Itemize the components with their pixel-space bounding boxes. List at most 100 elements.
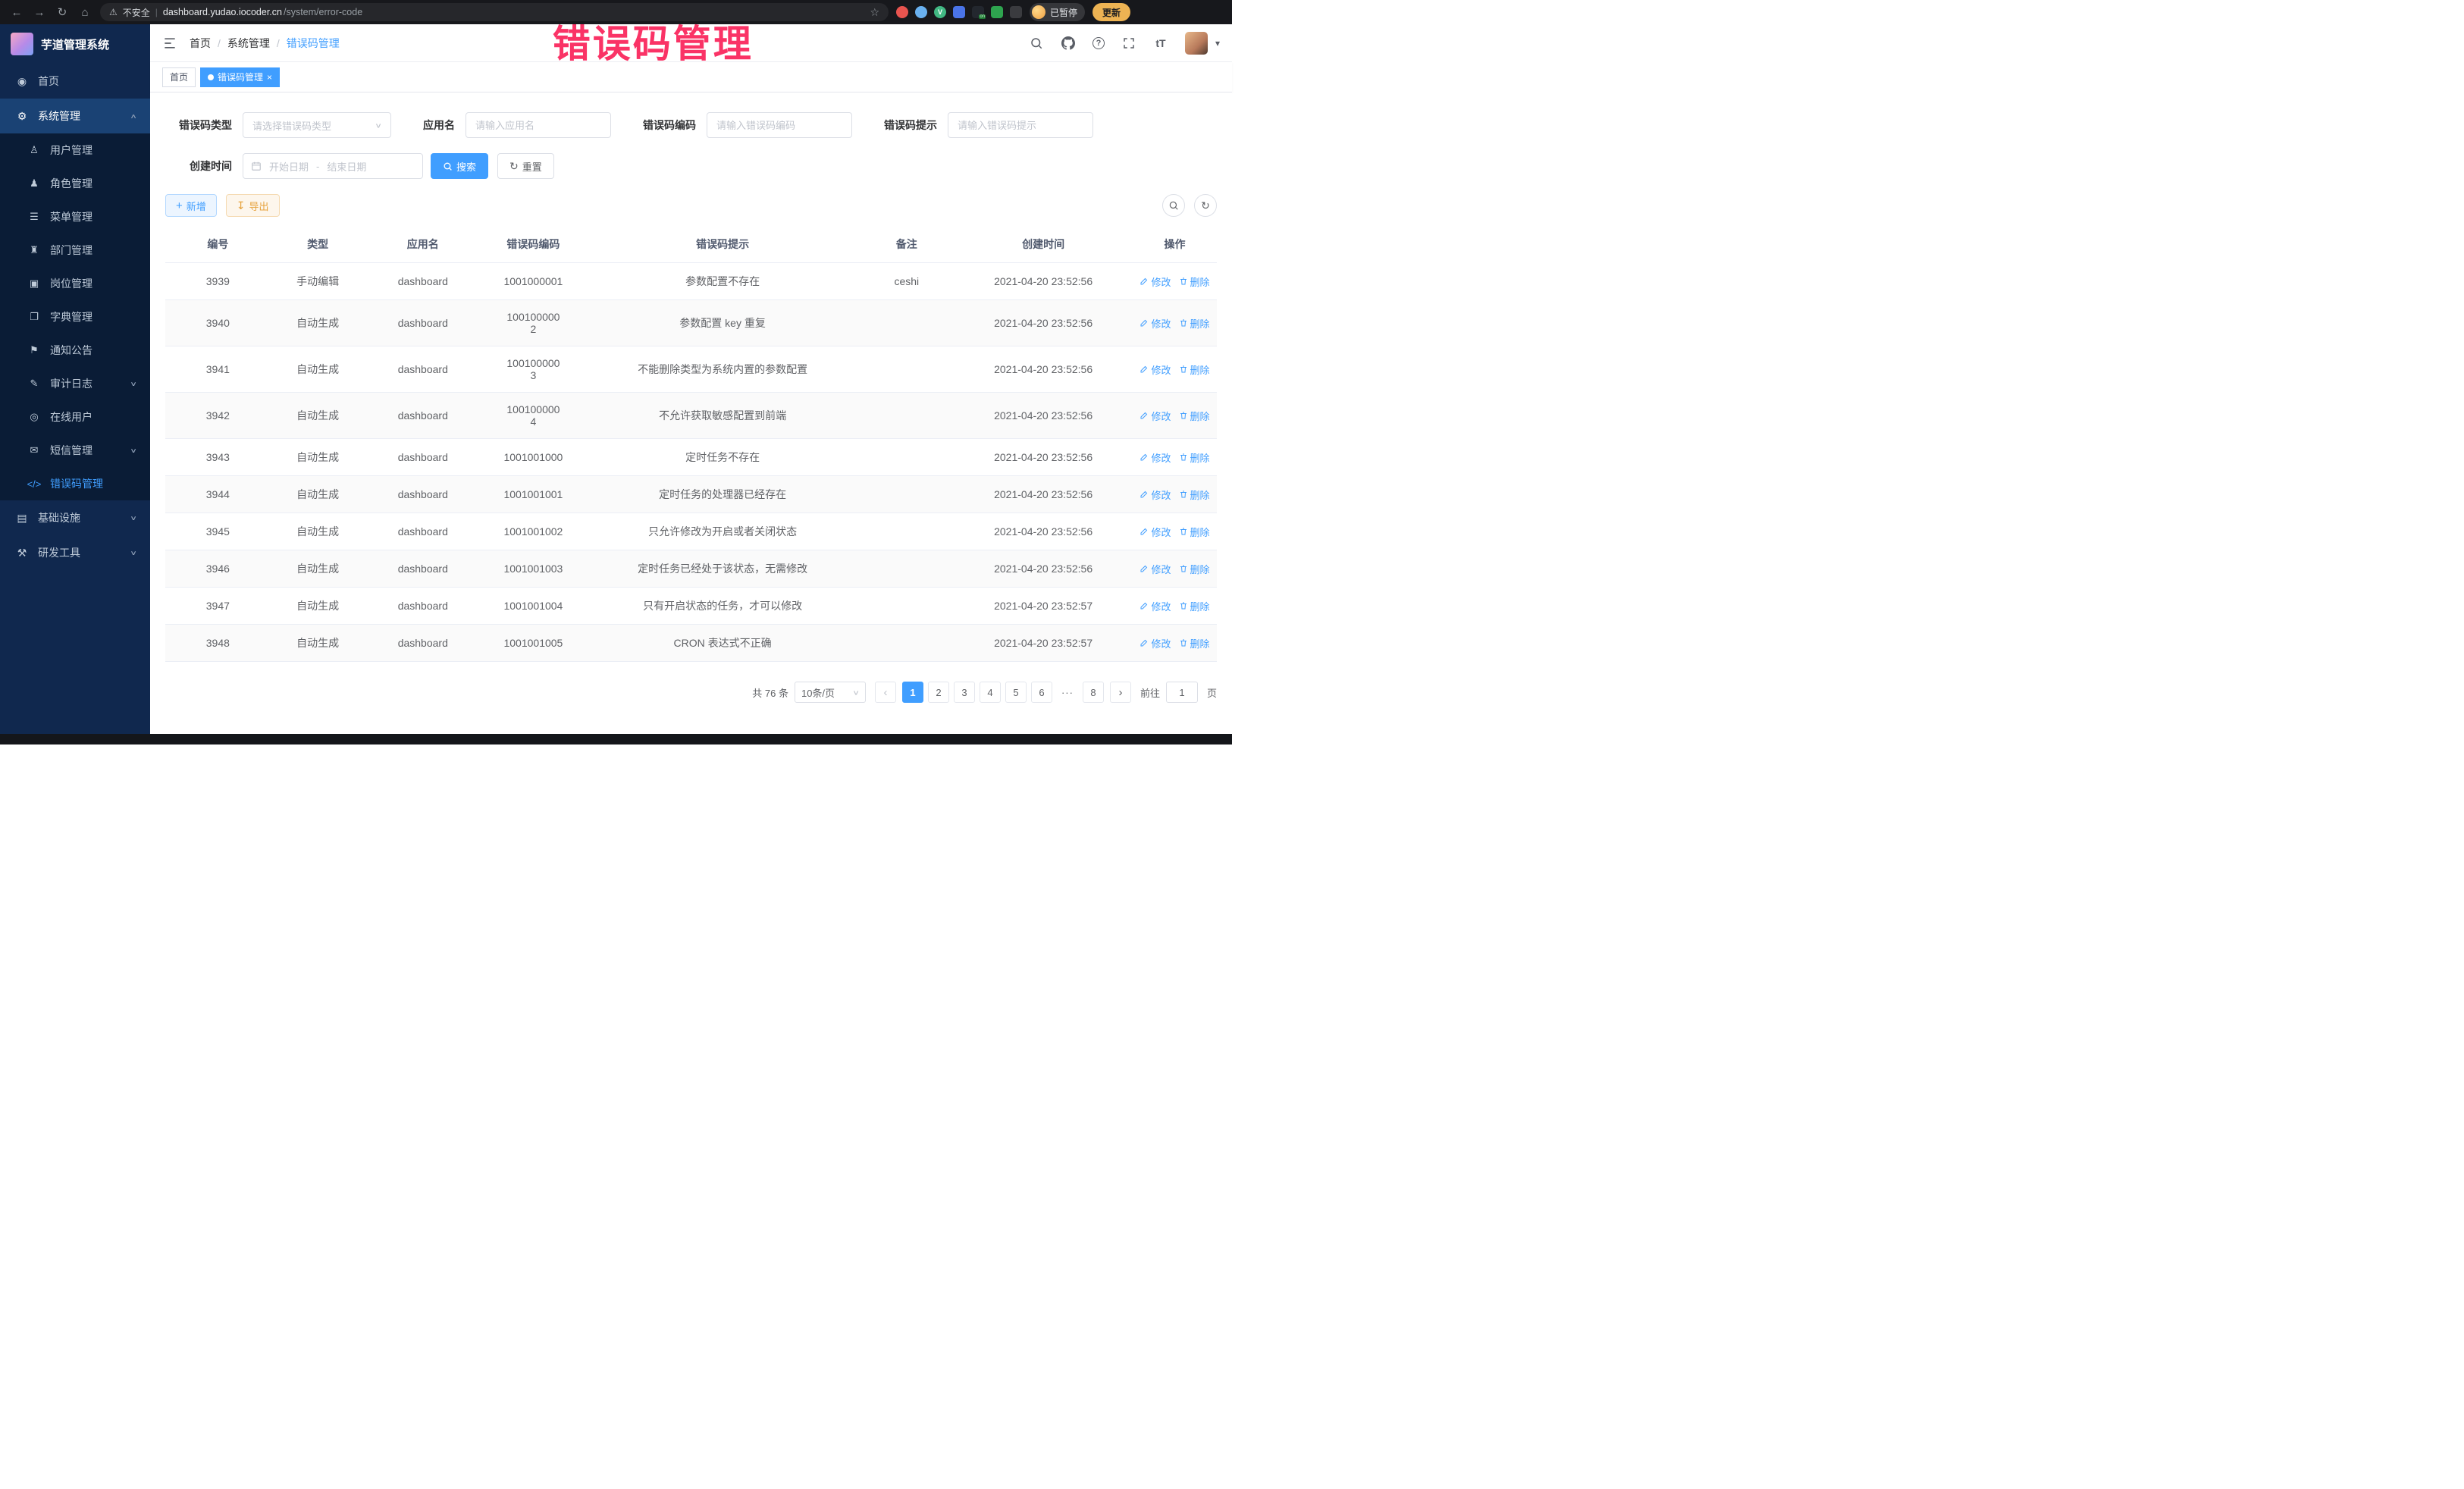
github-icon[interactable] [1061,36,1076,51]
search-icon[interactable] [1029,36,1044,51]
sidebar-item[interactable]: ⚙系统管理∧ [0,99,150,133]
sidebar-item[interactable]: ⚑通知公告 [0,334,150,367]
edit-link[interactable]: 修改 [1140,409,1171,423]
sidebar-item-label: 字典管理 [50,309,92,324]
page-button[interactable]: 8 [1083,682,1104,703]
delete-link[interactable]: 删除 [1179,525,1210,539]
delete-link[interactable]: 删除 [1179,636,1210,650]
edit-link[interactable]: 修改 [1140,362,1171,377]
page-button[interactable]: 3 [954,682,975,703]
show-search-button[interactable] [1162,194,1185,217]
font-size-icon[interactable] [1153,36,1168,51]
app-name-input[interactable] [466,112,611,138]
record-extension-icon[interactable] [896,6,908,18]
delete-link[interactable]: 删除 [1179,409,1210,423]
close-icon[interactable]: × [267,72,272,83]
proxy-switch-extension-icon[interactable] [972,6,984,18]
sidebar-item[interactable]: ✉短信管理∨ [0,434,150,467]
address-bar[interactable]: ⚠ 不安全 | dashboard.yudao.iocoder.cn /syst… [100,3,889,21]
edit-link[interactable]: 修改 [1140,525,1171,539]
sidebar-item[interactable]: ▤基础设施∨ [0,500,150,535]
home-icon[interactable]: ⌂ [77,6,92,19]
delete-link[interactable]: 删除 [1179,274,1210,289]
edit-link[interactable]: 修改 [1140,487,1171,502]
chevron-down-icon[interactable]: ▾ [1215,38,1220,49]
tab[interactable]: 首页 [162,67,196,87]
sidebar-item[interactable]: ✎审计日志∨ [0,367,150,400]
vue-devtools-icon[interactable] [934,6,946,18]
sidebar-item[interactable]: ☰菜单管理 [0,200,150,234]
page-size-select[interactable]: 10条/页 ∨ [795,682,866,703]
picker-extension-icon[interactable] [915,6,927,18]
cell-type: 自动生成 [271,476,365,513]
sidebar-item[interactable]: </>错误码管理 [0,467,150,500]
reset-button[interactable]: ↻ 重置 [497,153,554,179]
green-extension-icon[interactable] [991,6,1003,18]
cell-message: 定时任务已经处于该状态，无需修改 [586,550,860,588]
edit-link[interactable]: 修改 [1140,316,1171,331]
page-button[interactable]: 4 [980,682,1001,703]
gear-icon: ⚙ [14,110,30,123]
sidebar-item-label: 系统管理 [38,108,80,124]
error-type-select[interactable]: 请选择错误码类型 ∨ [243,112,391,138]
sidebar-item[interactable]: ◉首页 [0,64,150,99]
sidebar-item[interactable]: ♜部门管理 [0,234,150,267]
user-avatar[interactable] [1185,32,1208,55]
edit-link[interactable]: 修改 [1140,274,1171,289]
tab[interactable]: 错误码管理× [200,67,280,87]
delete-link[interactable]: 删除 [1179,599,1210,613]
next-page-button[interactable]: › [1110,682,1131,703]
back-icon[interactable]: ← [9,6,24,19]
edit-link[interactable]: 修改 [1140,599,1171,613]
prev-page-button[interactable]: ‹ [875,682,896,703]
goto-page-input[interactable] [1166,682,1198,703]
breadcrumb-item[interactable]: 首页 [190,36,211,51]
date-range-picker[interactable]: 开始日期 - 结束日期 [243,153,423,179]
delete-link[interactable]: 删除 [1179,487,1210,502]
column-header: 类型 [271,226,365,263]
breadcrumb-item[interactable]: 系统管理 [227,36,270,51]
delete-link[interactable]: 删除 [1179,562,1210,576]
cell-type: 自动生成 [271,588,365,625]
app-logo[interactable]: 芋道管理系统 [0,24,150,64]
apps-grid-extension-icon[interactable] [953,6,965,18]
sidebar-item[interactable]: ❐字典管理 [0,300,150,334]
error-code-input[interactable] [707,112,852,138]
delete-link[interactable]: 删除 [1179,450,1210,465]
search-button[interactable]: 搜索 [431,153,488,179]
edit-link[interactable]: 修改 [1140,636,1171,650]
sidebar-item[interactable]: ♟角色管理 [0,167,150,200]
cell-actions: 修改删除 [1133,300,1217,346]
sidebar-item[interactable]: ▣岗位管理 [0,267,150,300]
page-button[interactable]: 6 [1031,682,1052,703]
page-button[interactable]: 2 [928,682,949,703]
sidebar-toggle-icon[interactable] [162,36,177,51]
extension-puzzle-icon[interactable] [1010,6,1022,18]
fullscreen-icon[interactable] [1121,36,1136,51]
table-row: 3945自动生成dashboard1001001002只允许修改为开启或者关闭状… [165,513,1217,550]
help-icon[interactable]: ? [1092,37,1105,49]
browser-update-button[interactable]: 更新 [1092,3,1130,21]
edit-link[interactable]: 修改 [1140,562,1171,576]
cell-remark [859,300,954,346]
export-button[interactable]: ↧ 导出 [226,194,280,217]
sidebar-item-label: 菜单管理 [50,209,92,224]
delete-link[interactable]: 删除 [1179,362,1210,377]
pager-more-button[interactable]: ··· [1057,682,1078,703]
page-button[interactable]: 5 [1005,682,1027,703]
bookmark-star-icon[interactable]: ☆ [870,6,879,19]
sidebar-item[interactable]: ♙用户管理 [0,133,150,167]
edit-link[interactable]: 修改 [1140,450,1171,465]
error-message-input[interactable] [948,112,1093,138]
logo-image [11,33,33,55]
browser-profile-chip[interactable]: 已暂停 [1030,3,1085,21]
page-button[interactable]: 1 [902,682,923,703]
refresh-table-button[interactable]: ↻ [1194,194,1217,217]
delete-link[interactable]: 删除 [1179,316,1210,331]
forward-icon[interactable]: → [32,6,47,19]
cell-app: dashboard [365,513,481,550]
add-button[interactable]: + 新增 [165,194,217,217]
reload-icon[interactable]: ↻ [55,5,70,19]
sidebar-item[interactable]: ⚒研发工具∨ [0,535,150,570]
sidebar-item[interactable]: ◎在线用户 [0,400,150,434]
